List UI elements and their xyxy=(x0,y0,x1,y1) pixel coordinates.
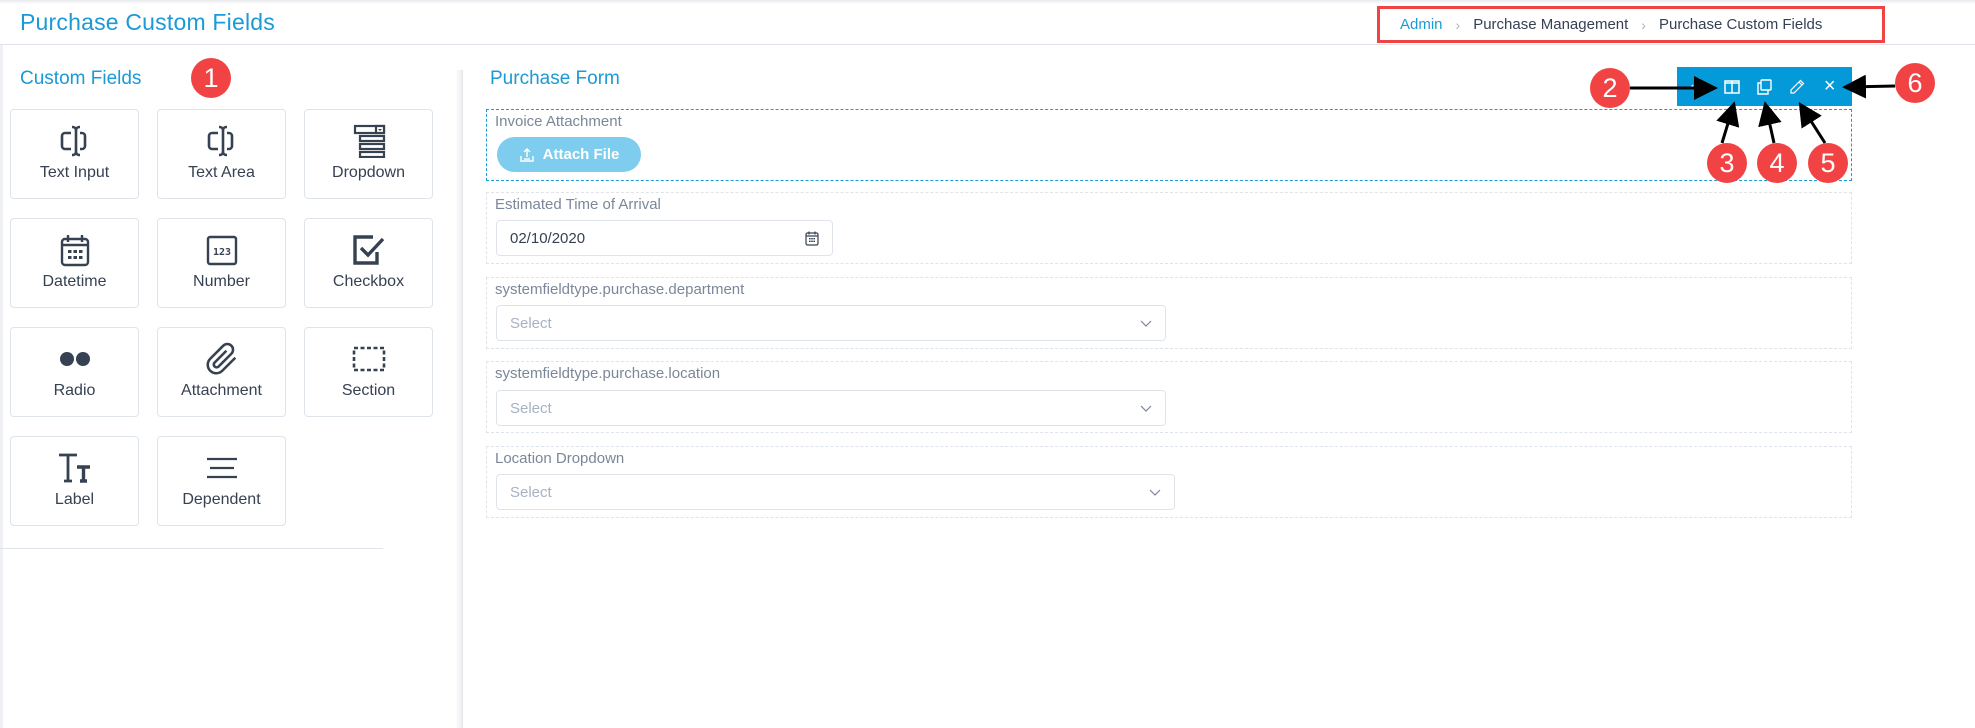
sidebar-bottom-divider xyxy=(0,548,383,549)
tile-label: Dependent xyxy=(182,491,261,508)
select-placeholder: Select xyxy=(510,483,552,501)
eta-date-input[interactable]: 02/10/2020 xyxy=(496,220,833,256)
remove-button[interactable]: × xyxy=(1818,75,1842,99)
tile-checkbox[interactable]: Checkbox xyxy=(304,218,433,308)
callout-5: 5 xyxy=(1808,143,1848,183)
upload-icon xyxy=(519,147,534,162)
move-icon xyxy=(1690,77,1709,96)
sidebar-divider xyxy=(455,70,463,728)
arrow-6 xyxy=(1842,74,1896,99)
svg-text:123: 123 xyxy=(212,247,230,258)
breadcrumb-separator-icon: › xyxy=(1641,16,1646,33)
select-placeholder: Select xyxy=(510,314,552,332)
callout-4: 4 xyxy=(1757,143,1797,183)
attach-file-label: Attach File xyxy=(542,146,620,163)
breadcrumb-purchase-management[interactable]: Purchase Management xyxy=(1473,16,1628,33)
form-title: Purchase Form xyxy=(490,68,620,89)
field-invoice-attachment[interactable]: Invoice Attachment Attach File xyxy=(486,109,1852,181)
field-tiles: Text Input Text Area Dropdown Datetime 1… xyxy=(10,109,433,526)
tile-label: Checkbox xyxy=(332,273,405,290)
tile-attachment[interactable]: Attachment xyxy=(157,327,286,417)
top-shadow xyxy=(0,0,1975,4)
breadcrumb-separator-icon: › xyxy=(1455,16,1461,33)
tile-dependent[interactable]: Dependent xyxy=(157,436,286,526)
tile-dropdown[interactable]: Dropdown xyxy=(304,109,433,199)
close-icon: × xyxy=(1823,75,1836,97)
calendar-icon[interactable] xyxy=(804,230,820,246)
dropdown-icon xyxy=(349,124,389,158)
callout-3: 3 xyxy=(1707,143,1747,183)
field-action-toolbar: × xyxy=(1677,67,1852,106)
callout-1: 1 xyxy=(191,58,231,98)
move-button[interactable] xyxy=(1687,75,1711,99)
sidebar-title: Custom Fields xyxy=(20,68,142,89)
field-label: Estimated Time of Arrival xyxy=(495,196,661,213)
date-value: 02/10/2020 xyxy=(510,229,586,247)
tile-label: Text Area xyxy=(188,164,255,181)
tile-text-input[interactable]: Text Input xyxy=(10,109,139,199)
split-columns-button[interactable] xyxy=(1720,75,1744,99)
department-select[interactable]: Select xyxy=(496,305,1166,341)
chevron-down-icon xyxy=(1140,320,1152,327)
checkbox-icon xyxy=(349,233,389,267)
callout-6: 6 xyxy=(1895,63,1935,103)
section-icon xyxy=(349,342,389,376)
callout-2: 2 xyxy=(1590,68,1630,108)
columns-icon xyxy=(1724,79,1740,94)
field-location[interactable]: systemfieldtype.purchase.location Select xyxy=(486,361,1852,433)
select-placeholder: Select xyxy=(510,399,552,417)
tile-label: Number xyxy=(193,273,250,290)
tile-label: Text Input xyxy=(39,164,110,181)
location-select[interactable]: Select xyxy=(496,390,1166,426)
attach-file-button[interactable]: Attach File xyxy=(497,137,641,172)
breadcrumb-purchase-custom-fields: Purchase Custom Fields xyxy=(1658,16,1823,33)
breadcrumb-admin[interactable]: Admin xyxy=(1400,16,1443,33)
text-input-icon xyxy=(55,124,95,158)
field-location-dropdown[interactable]: Location Dropdown Select xyxy=(486,446,1852,518)
page-title: Purchase Custom Fields xyxy=(20,9,275,35)
field-department[interactable]: systemfieldtype.purchase.department Sele… xyxy=(486,277,1852,349)
field-label: Invoice Attachment xyxy=(495,113,622,130)
field-label: systemfieldtype.purchase.department xyxy=(495,281,745,298)
radio-icon xyxy=(55,342,95,376)
tile-label: Datetime xyxy=(42,273,107,290)
calendar-icon xyxy=(55,233,95,267)
copy-icon xyxy=(1757,78,1773,95)
tile-label-field[interactable]: Label xyxy=(10,436,139,526)
number-icon: 123 xyxy=(202,233,242,267)
field-estimated-time-of-arrival[interactable]: Estimated Time of Arrival 02/10/2020 xyxy=(486,192,1852,264)
location-dropdown-select[interactable]: Select xyxy=(496,474,1175,510)
chevron-down-icon xyxy=(1149,489,1161,496)
tile-number[interactable]: 123 Number xyxy=(157,218,286,308)
chevron-down-icon xyxy=(1140,405,1152,412)
tile-label: Radio xyxy=(53,382,96,399)
edit-button[interactable] xyxy=(1785,75,1809,99)
breadcrumb: Admin › Purchase Management › Purchase C… xyxy=(1377,6,1885,43)
tile-text-area[interactable]: Text Area xyxy=(157,109,286,199)
tile-radio[interactable]: Radio xyxy=(10,327,139,417)
tile-label: Attachment xyxy=(181,382,262,399)
pencil-icon xyxy=(1790,79,1805,94)
tile-label: Section xyxy=(341,382,396,399)
field-label: Location Dropdown xyxy=(495,450,625,467)
label-icon xyxy=(55,451,95,485)
text-area-icon xyxy=(202,124,242,158)
duplicate-button[interactable] xyxy=(1752,75,1776,99)
paperclip-icon xyxy=(202,342,242,376)
field-label: systemfieldtype.purchase.location xyxy=(495,365,721,382)
tile-section[interactable]: Section xyxy=(304,327,433,417)
tile-datetime[interactable]: Datetime xyxy=(10,218,139,308)
tile-label: Dropdown xyxy=(332,164,405,181)
dependent-icon xyxy=(202,451,242,485)
tile-label: Label xyxy=(54,491,95,508)
